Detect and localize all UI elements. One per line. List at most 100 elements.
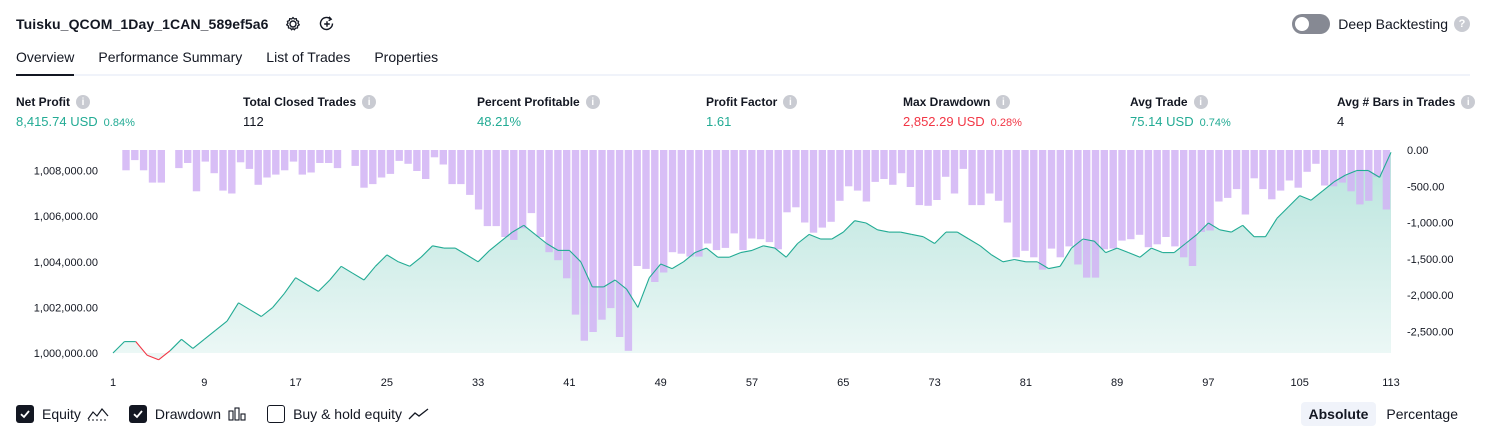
drawdown-bar (139, 150, 148, 171)
metric-value: 48.21% (477, 114, 522, 129)
drawdown-bar (1144, 150, 1153, 248)
drawdown-bar (333, 150, 342, 169)
metric-percent: 0.84% (103, 117, 135, 129)
legend-buy-hold[interactable]: Buy & hold equity (267, 405, 430, 423)
deep-backtesting-label: Deep Backtesting (1338, 16, 1448, 32)
info-icon[interactable]: i (783, 95, 798, 109)
drawdown-bar (483, 150, 492, 227)
legend-drawdown[interactable]: Drawdown (128, 405, 247, 423)
drawdown-bar (236, 150, 245, 163)
drawdown-bar (1047, 150, 1056, 249)
drawdown-bar (1038, 150, 1047, 270)
metric-percent-profitable: Percent Profitable i 48.21% (477, 94, 600, 130)
drawdown-bar (377, 150, 386, 178)
drawdown-bar (492, 150, 500, 227)
drawdown-bar (254, 150, 262, 185)
drawdown-bar (756, 150, 765, 240)
drawdown-bar (1065, 150, 1073, 247)
drawdown-bar (809, 150, 818, 233)
drawdown-bar (281, 150, 289, 171)
info-icon[interactable]: i (1193, 95, 1208, 109)
drawdown-bar (201, 150, 209, 162)
report-tabs: Overview Performance Summary List of Tra… (16, 44, 1470, 76)
info-icon[interactable]: i (996, 95, 1011, 109)
drawdown-bar (1180, 150, 1188, 258)
metric-avg-bars-in-trades: Avg # Bars in Trades i 4 (1337, 94, 1476, 130)
legend-equity[interactable]: Equity (16, 405, 109, 423)
metric-total-closed-trades: Total Closed Trades i 112 (243, 94, 377, 130)
right-axis-tick: -1,500.00 (1407, 254, 1453, 266)
drawdown-bar (1162, 150, 1170, 237)
info-icon[interactable]: i (76, 95, 90, 109)
equity-checkbox[interactable] (16, 405, 34, 423)
drawdown-bar (439, 150, 447, 165)
deep-backtesting-toggle[interactable] (1292, 14, 1331, 34)
drawdown-bar (1338, 150, 1346, 183)
legend-label: Buy & hold equity (293, 406, 403, 422)
drawdown-bar (351, 150, 359, 166)
drawdown-bar (272, 150, 280, 175)
deep-backtesting-control: Deep Backtesting ? (1292, 12, 1470, 36)
drawdown-bar (228, 150, 236, 194)
drawdown-bar (730, 150, 738, 234)
drawdown-bar (474, 150, 483, 210)
metric-value: 2,852.29 USD (903, 114, 985, 129)
drawdown-bar (818, 150, 826, 228)
drawdown-bar (845, 150, 853, 187)
drawdown-bar (360, 150, 368, 188)
drawdown-bar (571, 150, 580, 315)
info-icon[interactable]: i (1461, 95, 1476, 109)
drawdown-bar (1303, 150, 1311, 172)
drawdown-bar (783, 150, 791, 213)
drawdown-checkbox[interactable] (128, 405, 147, 423)
help-icon[interactable]: ? (1454, 16, 1470, 32)
x-axis-tick: 17 (289, 377, 301, 389)
drawdown-bar (977, 150, 985, 206)
info-icon[interactable]: i (362, 95, 377, 109)
strategy-title: Tuisku_QCOM_1Day_1CAN_589ef5a6 (16, 16, 269, 32)
drawdown-bar (404, 150, 412, 164)
drawdown-bar (739, 150, 747, 251)
drawdown-bar (897, 150, 906, 174)
metric-label: Percent Profitable (477, 95, 580, 109)
drawdown-bar (853, 150, 862, 191)
drawdown-bar (801, 150, 809, 223)
drawdown-bar (1232, 150, 1241, 190)
drawdown-bar (1206, 150, 1214, 231)
x-axis-tick: 33 (472, 377, 484, 389)
metric-value: 75.14 USD (1130, 114, 1194, 129)
tab-list-of-trades[interactable]: List of Trades (266, 44, 350, 74)
tab-performance-summary[interactable]: Performance Summary (98, 44, 242, 74)
drawdown-bar (457, 150, 465, 185)
drawdown-bar (554, 150, 562, 261)
drawdown-bar (1030, 150, 1038, 258)
left-axis-tick: 1,004,000.00 (34, 257, 98, 269)
drawdown-bar (660, 150, 668, 273)
buy-hold-checkbox[interactable] (267, 405, 286, 423)
right-axis-tick: 0.00 (1407, 145, 1428, 157)
drawdown-bar (1250, 150, 1258, 179)
drawdown-bar (1135, 150, 1144, 235)
drawdown-bar (184, 150, 192, 163)
drawdown-bar (369, 150, 377, 185)
drawdown-bar (924, 150, 932, 206)
info-icon[interactable]: i (585, 95, 600, 109)
drawdown-bar (1347, 150, 1355, 192)
drawdown-bar (422, 150, 430, 179)
tab-overview[interactable]: Overview (16, 44, 75, 76)
tab-properties[interactable]: Properties (374, 44, 438, 74)
drawdown-bar (245, 150, 254, 169)
drawdown-bar (624, 150, 633, 351)
reload-with-plus-icon[interactable] (317, 14, 337, 34)
settings-gear-icon[interactable] (283, 14, 303, 34)
drawdown-bar (501, 150, 509, 237)
drawdown-bar (959, 150, 967, 169)
absolute-button[interactable]: Absolute (1300, 402, 1377, 426)
drawdown-bar (395, 150, 403, 161)
drawdown-bar (986, 150, 994, 194)
percentage-button[interactable]: Percentage (1378, 402, 1466, 426)
drawdown-bar (518, 150, 527, 229)
metric-label: Total Closed Trades (243, 95, 357, 109)
metric-profit-factor: Profit Factor i 1.61 (706, 94, 798, 130)
drawdown-bar (1021, 150, 1029, 251)
